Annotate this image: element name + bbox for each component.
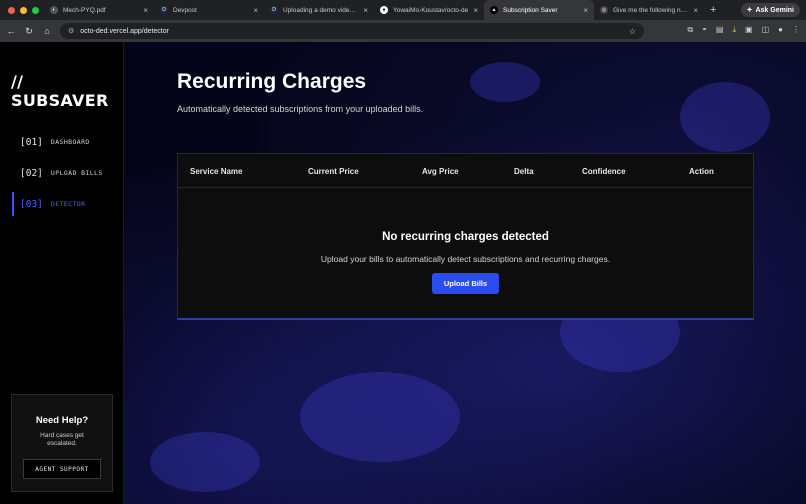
close-window-button[interactable] — [8, 6, 15, 14]
site-info-icon[interactable]: ⚙ — [68, 27, 74, 35]
help-card: Need Help? Hard cases get escalated. AGE… — [11, 394, 113, 492]
ask-gemini-label: Ask Gemini — [755, 6, 794, 14]
close-tab-icon[interactable]: × — [363, 6, 368, 15]
sidebar-item-upload-bills[interactable]: [02] UPLOAD BILLS — [12, 161, 112, 185]
url-text: octo-ded.vercel.app/detector — [80, 27, 170, 35]
column-header-service-name: Service Name — [190, 167, 243, 176]
tab-label: Devpost — [173, 6, 197, 14]
tab-label: YowaiMo-Koustav/octo-de — [393, 6, 469, 14]
tab-label: Mech-PYQ.pdf — [63, 6, 106, 14]
browser-tab[interactable]: ◎ Give me the following need: × — [594, 0, 704, 20]
github-icon: ● — [380, 6, 388, 14]
vercel-icon: ▲ — [490, 6, 498, 14]
recurring-charges-table: Service Name Current Price Avg Price Del… — [177, 153, 754, 320]
browser-tab-active[interactable]: ▲ Subscription Saver × — [484, 0, 594, 20]
close-tab-icon[interactable]: × — [583, 6, 588, 15]
browser-tab[interactable]: ● YowaiMo-Koustav/octo-de × — [374, 0, 484, 20]
back-icon[interactable]: ← — [2, 26, 20, 36]
devpost-icon: D — [270, 6, 278, 14]
home-icon[interactable]: ⌂ — [38, 26, 56, 36]
empty-state-text: Upload your bills to automatically detec… — [320, 254, 611, 264]
upload-bills-button[interactable]: Upload Bills — [432, 273, 499, 294]
profile-avatar-icon[interactable]: ● — [778, 25, 783, 35]
window-controls — [0, 6, 44, 14]
help-text: Hard cases get escalated. — [40, 432, 84, 447]
nav-number: [03] — [20, 198, 43, 210]
tab-label: Uploading a demo video - D — [283, 6, 360, 14]
nav-label: DETECTOR — [50, 200, 86, 208]
table-header: Service Name Current Price Avg Price Del… — [178, 154, 753, 188]
browser-tab[interactable]: ◐ Mech-PYQ.pdf × — [44, 0, 154, 20]
devpost-icon: D — [160, 6, 168, 14]
browser-tab[interactable]: D Uploading a demo video - D × — [264, 0, 374, 20]
column-header-current-price: Current Price — [308, 167, 359, 176]
minimize-window-button[interactable] — [20, 6, 27, 14]
agent-support-button[interactable]: AGENT SUPPORT — [23, 459, 101, 479]
pdf-icon: ◐ — [50, 6, 58, 14]
sidebar-item-detector[interactable]: [03] DETECTOR — [12, 192, 112, 216]
close-tab-icon[interactable]: × — [253, 6, 258, 15]
empty-state-title: No recurring charges detected — [382, 231, 549, 243]
sidepanel-icon[interactable]: ◫ — [762, 25, 770, 35]
gemini-icon: ✦ — [746, 7, 753, 14]
browser-toolbar: ← ↻ ⌂ ⚙ octo-ded.vercel.app/detector ☆ ⧉… — [0, 20, 806, 42]
trash-icon[interactable]: ▤ — [716, 25, 724, 35]
column-header-confidence: Confidence — [582, 167, 626, 176]
column-header-avg-price: Avg Price — [422, 167, 459, 176]
app-viewport: // SUBSAVER [01] DASHBOARD [02] UPLOAD B… — [0, 42, 806, 504]
incognito-icon[interactable]: ◓ — [702, 25, 707, 35]
download-icon[interactable]: ⤓ — [732, 25, 736, 35]
extensions-icon[interactable]: ⧉ — [687, 25, 693, 35]
page-subtitle: Automatically detected subscriptions fro… — [177, 104, 424, 114]
nav-label: DASHBOARD — [50, 138, 90, 146]
page-title: Recurring Charges — [177, 70, 367, 93]
tab-label: Subscription Saver — [503, 6, 558, 14]
column-header-delta: Delta — [514, 167, 534, 176]
nav-label: UPLOAD BILLS — [50, 169, 103, 177]
maximize-window-button[interactable] — [32, 6, 39, 14]
browser-tab-bar: ◐ Mech-PYQ.pdf × D Devpost × D Uploading… — [0, 0, 806, 20]
app-logo[interactable]: // SUBSAVER — [11, 72, 123, 110]
chat-icon: ◎ — [600, 6, 608, 14]
browser-extensions: ⧉ ◓ ▤ ⤓ ▣ ◫ ● ⋮ — [687, 25, 800, 35]
sidebar: // SUBSAVER [01] DASHBOARD [02] UPLOAD B… — [0, 42, 124, 504]
bookmark-star-icon[interactable]: ☆ — [629, 27, 636, 36]
close-tab-icon[interactable]: × — [143, 6, 148, 15]
screenshot-icon[interactable]: ▣ — [745, 25, 753, 35]
sidebar-item-dashboard[interactable]: [01] DASHBOARD — [12, 130, 112, 154]
help-title: Need Help? — [35, 415, 89, 426]
nav-number: [02] — [20, 167, 43, 179]
tab-label: Give me the following need: — [613, 6, 690, 14]
column-header-action: Action — [689, 167, 714, 176]
new-tab-button[interactable]: + — [704, 4, 722, 16]
address-bar[interactable]: ⚙ octo-ded.vercel.app/detector ☆ — [60, 23, 644, 39]
menu-kebab-icon[interactable]: ⋮ — [792, 25, 800, 35]
close-tab-icon[interactable]: × — [693, 6, 698, 15]
browser-tab[interactable]: D Devpost × — [154, 0, 264, 20]
reload-icon[interactable]: ↻ — [20, 26, 38, 37]
close-tab-icon[interactable]: × — [473, 6, 478, 15]
nav-number: [01] — [20, 136, 43, 148]
ask-gemini-button[interactable]: ✦ Ask Gemini — [740, 3, 800, 17]
